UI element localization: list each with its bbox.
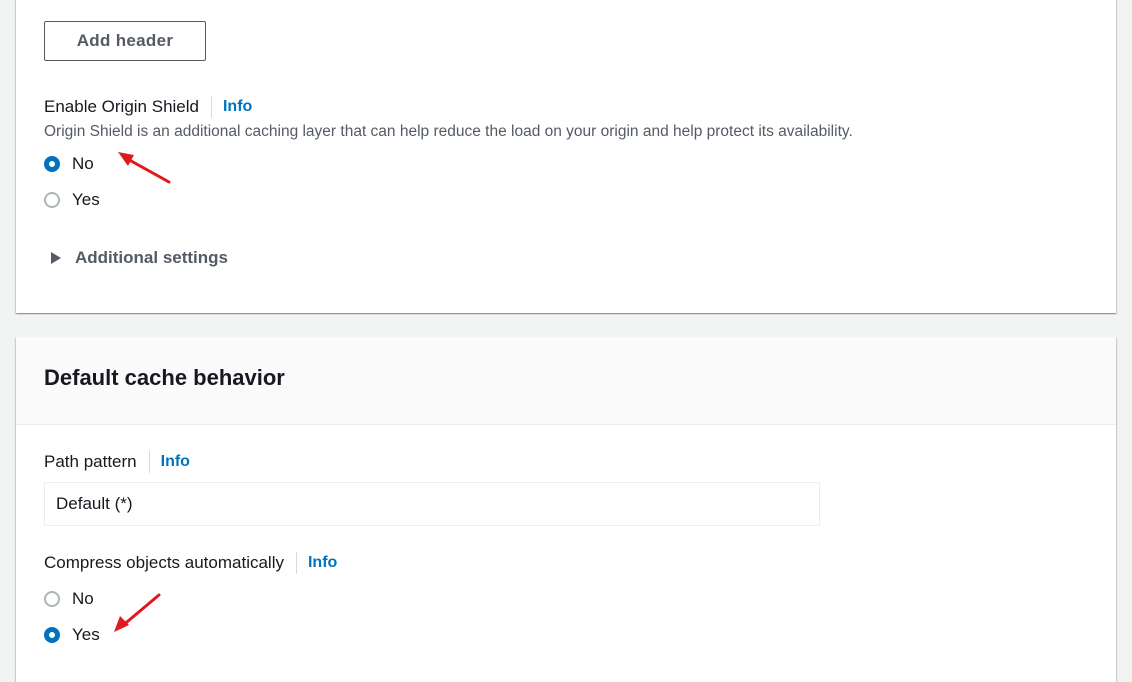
path-pattern-input[interactable]: Default (*) [44, 482, 820, 526]
origin-shield-label: Enable Origin Shield [44, 97, 199, 116]
path-pattern-info-link[interactable]: Info [161, 453, 190, 471]
compress-option-no[interactable]: No [44, 589, 94, 609]
add-header-button[interactable]: Add header [44, 21, 206, 61]
compress-objects-label: Compress objects automatically [44, 553, 284, 572]
caret-right-icon [51, 252, 61, 264]
origin-settings-panel: Add header Enable Origin Shield Info Ori… [16, 0, 1116, 313]
compress-info-link[interactable]: Info [308, 554, 337, 572]
origin-shield-option-yes[interactable]: Yes [44, 190, 100, 210]
radio-unselected-icon[interactable] [44, 591, 60, 607]
radio-label: No [72, 154, 94, 173]
origin-shield-info-link[interactable]: Info [223, 98, 252, 116]
info-separator [295, 552, 297, 574]
radio-selected-icon[interactable] [44, 156, 60, 172]
panel-title: Default cache behavior [44, 365, 285, 390]
origin-shield-option-no[interactable]: No [44, 154, 94, 174]
radio-unselected-icon[interactable] [44, 192, 60, 208]
radio-selected-icon[interactable] [44, 627, 60, 643]
origin-shield-label-row: Enable Origin Shield Info [44, 96, 252, 118]
radio-label: No [72, 589, 94, 608]
path-pattern-label: Path pattern [44, 452, 137, 471]
radio-label: Yes [72, 190, 100, 209]
additional-settings-expander[interactable]: Additional settings [51, 248, 228, 268]
origin-shield-description: Origin Shield is an additional caching l… [44, 123, 853, 140]
path-pattern-label-row: Path pattern Info [44, 451, 190, 473]
additional-settings-label: Additional settings [75, 248, 228, 267]
compress-label-row: Compress objects automatically Info [44, 552, 337, 574]
compress-option-yes[interactable]: Yes [44, 625, 100, 645]
info-separator [210, 96, 212, 118]
info-separator [148, 451, 150, 473]
radio-label: Yes [72, 625, 100, 644]
panel-header: Default cache behavior [16, 337, 1116, 425]
default-cache-behavior-panel: Default cache behavior Path pattern Info… [16, 337, 1116, 682]
